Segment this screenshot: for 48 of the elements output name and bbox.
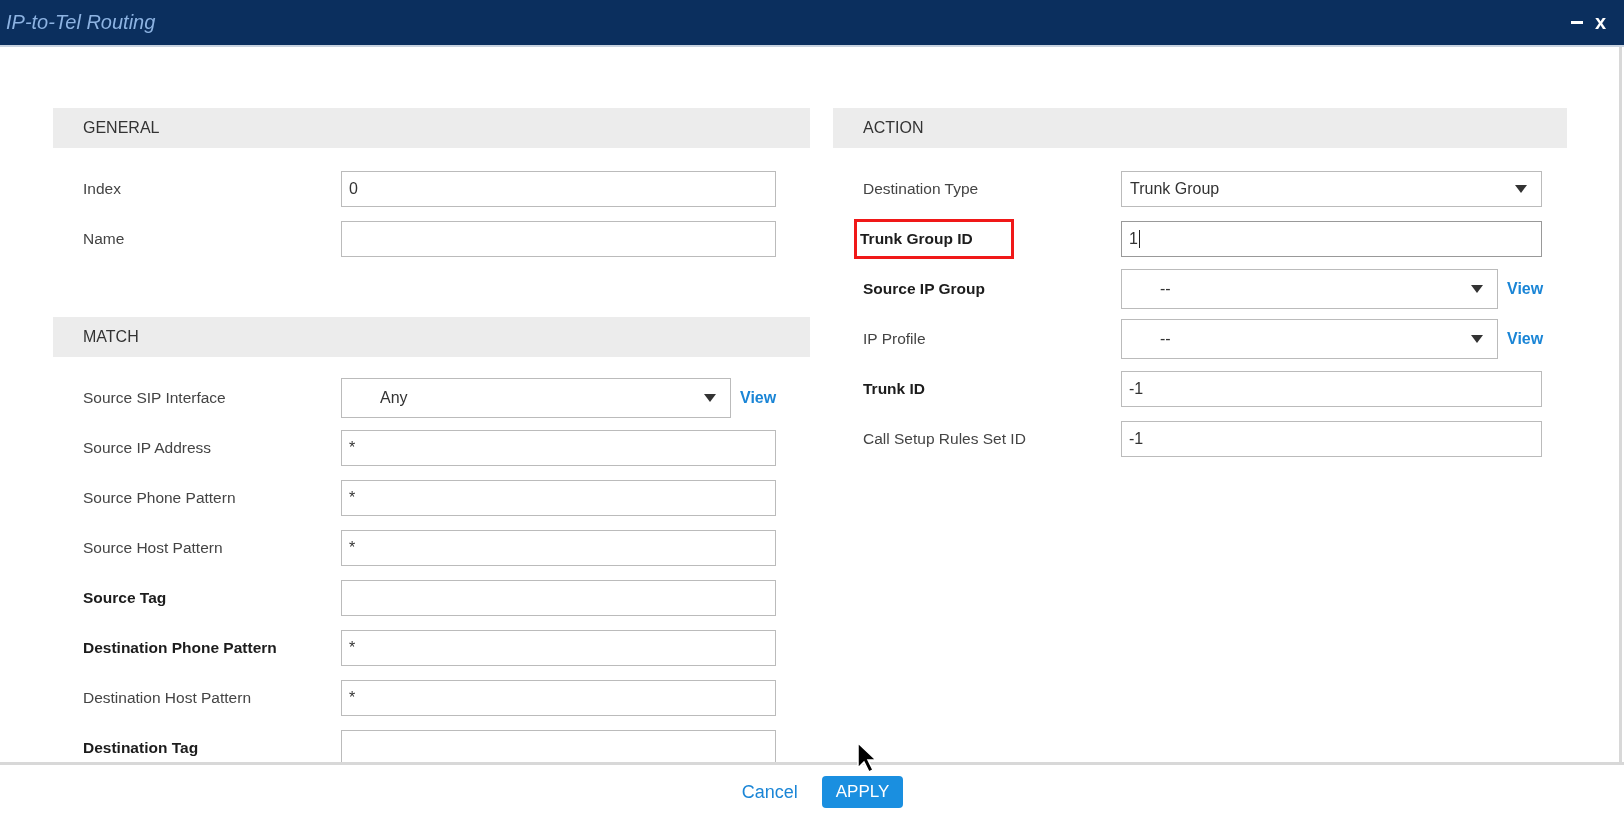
field-label: Source Tag	[83, 589, 168, 607]
view-link[interactable]: View	[740, 389, 777, 407]
field-label: Trunk ID	[863, 380, 926, 398]
field-label: Name	[83, 230, 126, 248]
dropdown[interactable]: --	[1121, 319, 1498, 359]
field-label: Destination Phone Pattern	[83, 639, 278, 657]
field-label: Source IP Address	[83, 439, 213, 457]
field-label: Destination Type	[863, 180, 980, 198]
field-label: Call Setup Rules Set ID	[863, 430, 1027, 448]
text-field[interactable]	[341, 730, 776, 762]
window-title: IP-to-Tel Routing	[6, 11, 157, 34]
field-label: Source SIP Interface	[83, 389, 227, 407]
text-field[interactable]: *	[341, 530, 776, 566]
field-label: IP Profile	[863, 330, 927, 348]
text-field[interactable]: 1	[1121, 221, 1542, 257]
close-button[interactable]: x	[1588, 11, 1612, 34]
field-label: Trunk Group ID	[854, 219, 1014, 259]
cancel-link[interactable]: Cancel	[741, 781, 798, 803]
field-label: Destination Tag	[83, 739, 200, 757]
field-label: Source Host Pattern	[83, 539, 224, 557]
dropdown[interactable]: Trunk Group	[1121, 171, 1542, 207]
dropdown[interactable]: --	[1121, 269, 1498, 309]
minimize-icon	[1570, 21, 1583, 24]
text-field[interactable]: *	[341, 630, 776, 666]
cursor-icon	[857, 742, 877, 774]
field-label: Index	[83, 180, 122, 198]
caret-icon	[1471, 335, 1483, 343]
view-link[interactable]: View	[1507, 280, 1544, 298]
caret-icon	[1471, 285, 1483, 293]
dropdown[interactable]: Any	[341, 378, 731, 418]
section-header: ACTION	[833, 108, 1567, 148]
section-header: MATCH	[53, 317, 810, 357]
text-field[interactable]	[341, 221, 776, 257]
section-header: GENERAL	[53, 108, 810, 148]
text-field[interactable]: *	[341, 430, 776, 466]
field-label: Destination Host Pattern	[83, 689, 252, 707]
text-field[interactable]	[341, 580, 776, 616]
text-field[interactable]: *	[341, 480, 776, 516]
text-cursor-icon	[1138, 230, 1140, 248]
caret-icon	[704, 394, 716, 402]
field-label: Source IP Group	[863, 280, 987, 298]
caret-icon	[1515, 185, 1527, 193]
text-field[interactable]: -1	[1121, 371, 1542, 407]
text-field[interactable]: -1	[1121, 421, 1542, 457]
text-field[interactable]: 0	[341, 171, 776, 207]
view-link[interactable]: View	[1507, 330, 1544, 348]
field-label: Source Phone Pattern	[83, 489, 237, 507]
text-field[interactable]: *	[341, 680, 776, 716]
